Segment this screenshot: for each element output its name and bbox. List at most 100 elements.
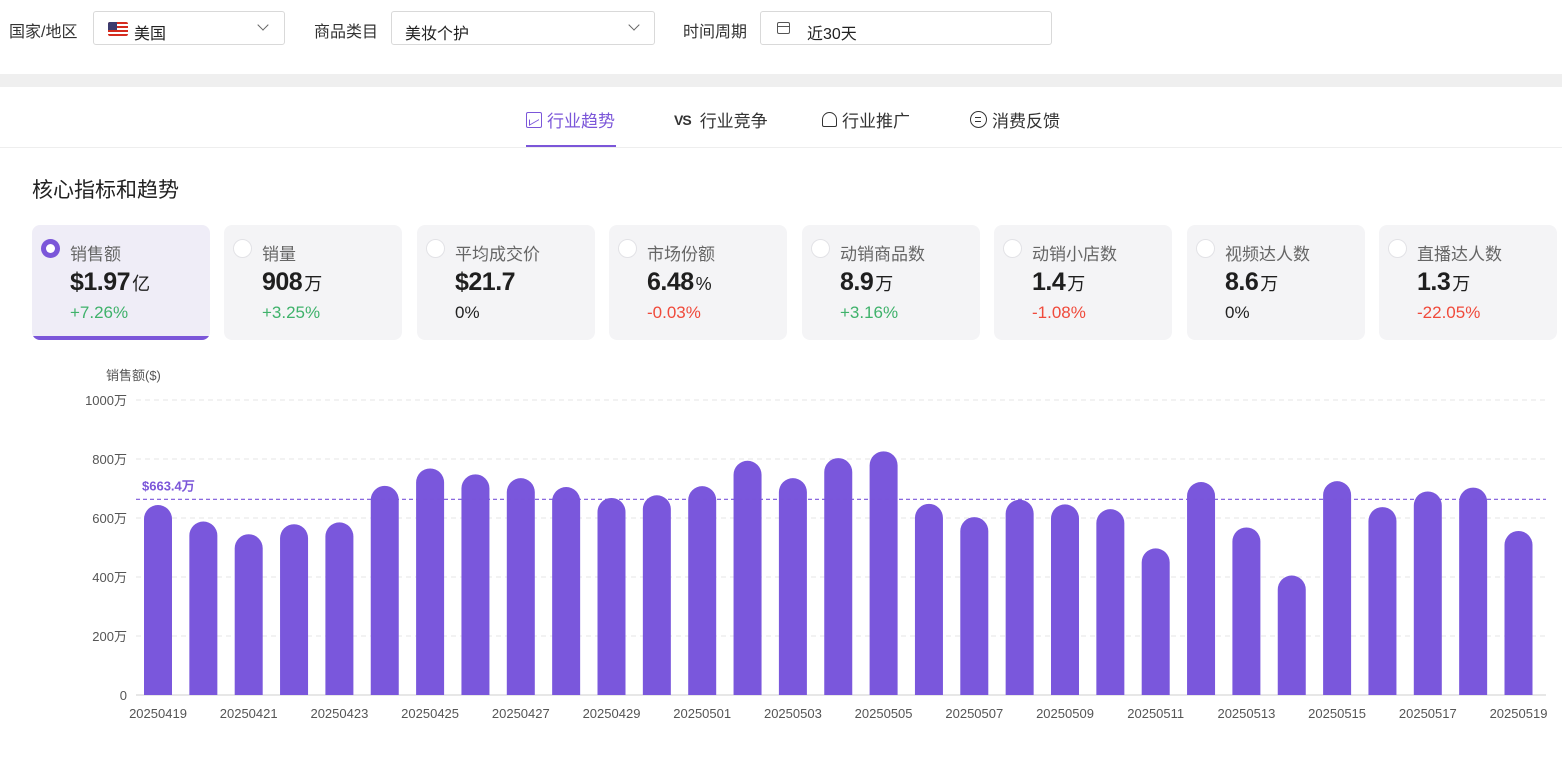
- bar-20250426[interactable]: [461, 474, 490, 695]
- bar-20250420[interactable]: [189, 521, 218, 695]
- y-tick-label: 1000万: [85, 393, 127, 408]
- promotion-icon: [822, 112, 837, 127]
- metric-card-active-shops[interactable]: 动销小店数 1.4 万 -1.08%: [994, 225, 1172, 340]
- metric-value: 908 万: [262, 268, 323, 296]
- metric-value: 8.6 万: [1225, 268, 1279, 296]
- bar-20250430[interactable]: [642, 495, 671, 695]
- category-label: 商品类目: [314, 24, 379, 41]
- bar-20250423[interactable]: [325, 522, 354, 695]
- metric-value: 1.3 万: [1417, 268, 1471, 296]
- sales-bar-chart: $663.4万 销售额($) 0 200万 400万 600万 800万 1000万 2025…: [85, 368, 1547, 721]
- metric-value: 8.9 万: [840, 268, 894, 296]
- tab-label: 行业推广: [842, 112, 910, 131]
- y-tick-label: 0: [120, 688, 127, 703]
- bar-20250502[interactable]: [733, 460, 762, 695]
- bar-20250512[interactable]: [1187, 482, 1216, 695]
- metric-card-sales-volume[interactable]: 销量 908 万 +3.25%: [224, 225, 402, 340]
- bar-20250421[interactable]: [234, 534, 263, 695]
- metric-label: 动销小店数: [1032, 245, 1117, 264]
- y-tick-label: 800万: [92, 452, 127, 467]
- region-select[interactable]: 美国: [93, 11, 285, 45]
- x-tick-label: 20250423: [310, 706, 368, 721]
- metric-value: $1.97 亿: [70, 268, 151, 296]
- x-tick-label: 20250509: [1036, 706, 1094, 721]
- bar-20250509[interactable]: [1051, 504, 1080, 695]
- bar-20250501[interactable]: [688, 486, 717, 695]
- category-value: 美妆个护: [405, 26, 470, 43]
- radio-button[interactable]: [426, 239, 445, 258]
- average-label: $663.4万: [142, 478, 195, 493]
- chevron-down-icon: [628, 19, 640, 31]
- x-tick-label: 20250505: [855, 706, 913, 721]
- metric-value: 6.48%: [647, 268, 712, 296]
- metric-value: 1.4 万: [1032, 268, 1086, 296]
- bar-20250505[interactable]: [869, 451, 898, 695]
- tab-consumer-feedback[interactable]: 消费反馈: [970, 107, 1060, 132]
- metric-label: 直播达人数: [1417, 245, 1502, 264]
- tab-industry-promotion[interactable]: 行业推广: [822, 107, 910, 132]
- radio-button[interactable]: [1003, 239, 1022, 258]
- metric-card-market-share[interactable]: 市场份额 6.48% -0.03%: [609, 225, 787, 340]
- bar-20250518[interactable]: [1459, 487, 1488, 695]
- period-label: 时间周期: [683, 24, 748, 41]
- bar-20250429[interactable]: [597, 497, 626, 695]
- bar-20250511[interactable]: [1141, 548, 1170, 695]
- section-divider: [0, 74, 1562, 87]
- active-tab-indicator: [526, 145, 616, 147]
- radio-button[interactable]: [811, 239, 830, 258]
- vs-icon: VS: [674, 111, 692, 128]
- x-tick-label: 20250503: [764, 706, 822, 721]
- bar-20250508[interactable]: [1005, 499, 1034, 695]
- radio-button[interactable]: [1196, 239, 1215, 258]
- metric-label: 销量: [262, 245, 296, 264]
- metric-card-sales-amount[interactable]: 销售额 $1.97 亿 +7.26%: [32, 225, 210, 340]
- bar-20250510[interactable]: [1096, 509, 1125, 695]
- bar-20250516[interactable]: [1368, 507, 1397, 695]
- metric-change: -0.03%: [647, 303, 701, 322]
- bar-20250422[interactable]: [280, 524, 309, 695]
- radio-button[interactable]: [233, 239, 252, 258]
- calendar-icon: [777, 22, 790, 34]
- metric-card-active-products[interactable]: 动销商品数 8.9 万 +3.16%: [802, 225, 980, 340]
- metric-change: 0%: [1225, 303, 1250, 322]
- metric-label: 动销商品数: [840, 245, 925, 264]
- bar-20250507[interactable]: [960, 517, 989, 695]
- bar-20250513[interactable]: [1232, 527, 1261, 695]
- bar-20250506[interactable]: [914, 503, 943, 695]
- tab-label: 消费反馈: [992, 112, 1060, 131]
- bar-20250428[interactable]: [552, 487, 581, 695]
- y-tick-label: 400万: [92, 570, 127, 585]
- bar-20250503[interactable]: [778, 478, 807, 695]
- metric-card-video-creators[interactable]: 视频达人数 8.6 万 0%: [1187, 225, 1365, 340]
- x-tick-label: 20250507: [945, 706, 1003, 721]
- bar-20250504[interactable]: [824, 458, 853, 695]
- period-picker[interactable]: 近30天: [760, 11, 1052, 45]
- metric-change: -1.08%: [1032, 303, 1086, 322]
- category-select[interactable]: 美妆个护: [391, 11, 655, 45]
- metric-change: 0%: [455, 303, 480, 322]
- radio-button[interactable]: [618, 239, 637, 258]
- x-tick-label: 20250515: [1308, 706, 1366, 721]
- tab-label: 行业竞争: [699, 112, 768, 131]
- metric-change: +3.25%: [262, 303, 321, 322]
- radio-button[interactable]: [41, 239, 60, 258]
- x-tick-label: 20250427: [492, 706, 550, 721]
- bar-20250517[interactable]: [1413, 491, 1442, 695]
- y-axis-title: 销售额($): [106, 368, 161, 383]
- y-tick-label: 200万: [92, 629, 127, 644]
- metric-card-avg-price[interactable]: 平均成交价 $21.7 0%: [417, 225, 595, 340]
- bar-20250424[interactable]: [370, 485, 399, 695]
- metric-change: -22.05%: [1417, 303, 1481, 322]
- trend-chart-icon: [526, 111, 542, 128]
- metric-card-live-creators[interactable]: 直播达人数 1.3 万 -22.05%: [1379, 225, 1557, 340]
- bar-20250515[interactable]: [1323, 481, 1352, 695]
- bar-20250419[interactable]: [144, 505, 172, 695]
- tab-industry-competition[interactable]: VS 行业竞争: [674, 107, 768, 132]
- tab-industry-trend[interactable]: 行业趋势: [526, 107, 615, 132]
- chevron-down-icon: [257, 19, 269, 31]
- bar-20250427[interactable]: [506, 478, 535, 695]
- bar-20250425[interactable]: [416, 468, 445, 695]
- radio-button[interactable]: [1388, 239, 1407, 258]
- bar-20250519[interactable]: [1504, 530, 1533, 695]
- bar-20250514[interactable]: [1277, 575, 1306, 695]
